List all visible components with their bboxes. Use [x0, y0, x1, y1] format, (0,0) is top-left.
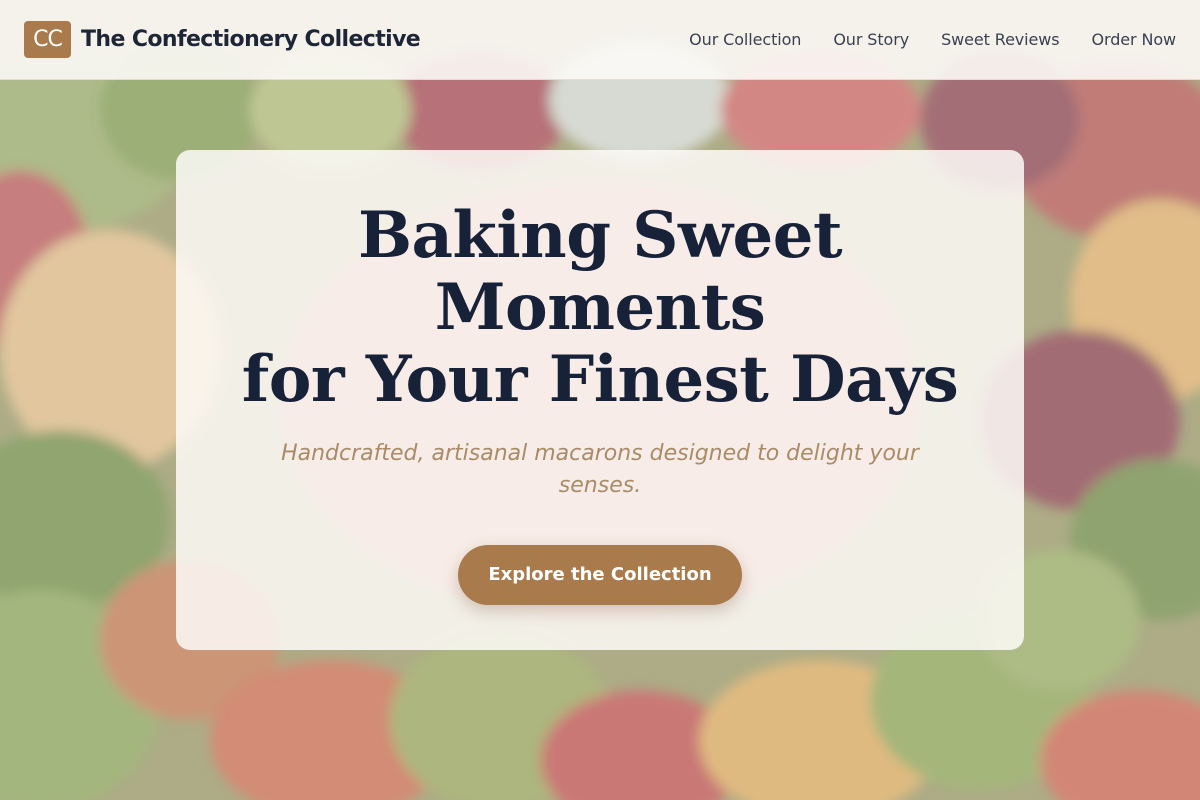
- main-nav: Our Collection Our Story Sweet Reviews O…: [689, 30, 1176, 49]
- hero-title-line-2: Moments: [434, 270, 766, 345]
- brand-link[interactable]: CC The Confectionery Collective: [24, 21, 421, 58]
- nav-link-order-now[interactable]: Order Now: [1092, 30, 1177, 49]
- hero-title-line-3: for Your Finest Days: [241, 342, 959, 417]
- site-header: CC The Confectionery Collective Our Coll…: [0, 0, 1200, 80]
- nav-link-our-story[interactable]: Our Story: [833, 30, 909, 49]
- nav-link-sweet-reviews[interactable]: Sweet Reviews: [941, 30, 1060, 49]
- brand-name: The Confectionery Collective: [81, 27, 421, 52]
- explore-collection-button[interactable]: Explore the Collection: [458, 545, 742, 605]
- hero-title-line-1: Baking Sweet: [357, 198, 843, 273]
- hero-card: Baking Sweet Moments for Your Finest Day…: [176, 150, 1024, 650]
- hero-subtitle: Handcrafted, artisanal macarons designed…: [281, 441, 919, 498]
- logo: CC: [24, 21, 71, 58]
- nav-link-our-collection[interactable]: Our Collection: [689, 30, 801, 49]
- hero-title: Baking Sweet Moments for Your Finest Day…: [220, 200, 980, 416]
